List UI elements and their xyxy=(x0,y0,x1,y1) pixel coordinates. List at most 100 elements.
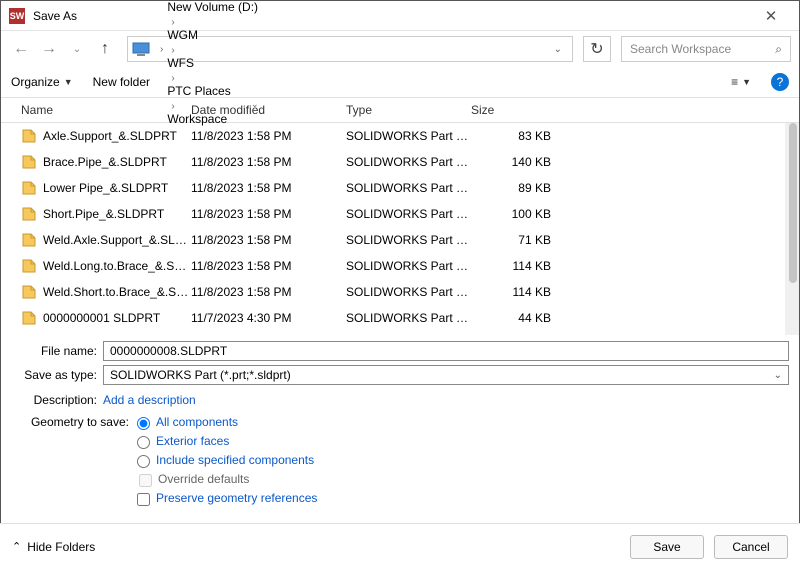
radio-label: All components xyxy=(156,415,238,429)
file-date: 11/8/2023 1:58 PM xyxy=(191,233,346,247)
organize-button[interactable]: Organize ▼ xyxy=(11,75,73,89)
file-type: SOLIDWORKS Part Docu... xyxy=(346,233,471,247)
radio-input[interactable] xyxy=(137,436,150,449)
file-date: 11/8/2023 1:58 PM xyxy=(191,155,346,169)
breadcrumb-segment[interactable]: PTC Places xyxy=(167,84,258,98)
breadcrumb-segment[interactable]: WGM xyxy=(167,28,258,42)
search-input[interactable]: Search Workspace ⌕ xyxy=(621,36,791,62)
file-type: SOLIDWORKS Part Docu... xyxy=(346,285,471,299)
file-name: Axle.Support_&.SLDPRT xyxy=(43,129,191,143)
radio-input[interactable] xyxy=(137,417,150,430)
close-icon[interactable]: ✕ xyxy=(751,7,791,25)
search-placeholder: Search Workspace xyxy=(630,42,731,56)
file-name: Brace.Pipe_&.SLDPRT xyxy=(43,155,191,169)
window-title: Save As xyxy=(33,9,751,23)
file-size: 83 KB xyxy=(471,129,551,143)
checkbox-input xyxy=(139,474,152,487)
chevron-up-icon: ⌃ xyxy=(12,540,21,553)
file-type: SOLIDWORKS Part Docu xyxy=(346,311,471,325)
new-folder-button[interactable]: New folder xyxy=(93,75,150,89)
header-date[interactable]: Date modified ⌄ xyxy=(191,103,346,117)
file-icon xyxy=(21,310,37,326)
forward-icon: → xyxy=(37,37,61,61)
pc-icon xyxy=(132,40,150,58)
file-size: 71 KB xyxy=(471,233,551,247)
filename-label: File name: xyxy=(11,344,103,358)
header-name[interactable]: Name xyxy=(21,103,191,117)
file-date: 11/8/2023 1:58 PM xyxy=(191,285,346,299)
save-button[interactable]: Save xyxy=(630,535,704,559)
organize-label: Organize xyxy=(11,75,60,89)
geometry-label: Geometry to save: xyxy=(11,415,129,506)
file-list: Axle.Support_&.SLDPRT11/8/2023 1:58 PMSO… xyxy=(1,123,799,335)
caret-down-icon: ▼ xyxy=(742,77,751,87)
up-icon[interactable]: ↑ xyxy=(93,37,117,61)
file-row[interactable]: Weld.Long.to.Brace_&.SLDPRT11/8/2023 1:5… xyxy=(1,253,799,279)
file-date: 11/7/2023 4:30 PM xyxy=(191,311,346,325)
file-size: 114 KB xyxy=(471,259,551,273)
radio-all-components[interactable]: All components xyxy=(137,415,317,430)
radio-input[interactable] xyxy=(137,455,150,468)
radio-include-specified[interactable]: Include specified components xyxy=(137,453,317,468)
refresh-icon[interactable]: ↻ xyxy=(583,36,611,62)
file-name: Weld.Axle.Support_&.SLDPRT xyxy=(43,233,191,247)
file-name: Short.Pipe_&.SLDPRT xyxy=(43,207,191,221)
chevron-right-icon[interactable]: › xyxy=(167,45,178,56)
file-row[interactable]: Weld.Short.to.Brace_&.SLDPRT11/8/2023 1:… xyxy=(1,279,799,305)
file-size: 140 KB xyxy=(471,155,551,169)
header-size[interactable]: Size xyxy=(471,103,561,117)
file-row[interactable]: 0000000001 SLDPRT11/7/2023 4:30 PMSOLIDW… xyxy=(1,305,799,331)
file-row[interactable]: Brace.Pipe_&.SLDPRT11/8/2023 1:58 PMSOLI… xyxy=(1,149,799,175)
saveas-type-label: Save as type: xyxy=(11,368,103,382)
chevron-right-icon[interactable]: › xyxy=(167,17,178,28)
toolbar: Organize ▼ New folder ≡ ▼ ? xyxy=(1,67,799,97)
add-description-link[interactable]: Add a description xyxy=(103,393,196,407)
breadcrumb[interactable]: › This PC›New Volume (D:)›WGM›WFS›PTC Pl… xyxy=(127,36,573,62)
file-date: 11/8/2023 1:58 PM xyxy=(191,129,346,143)
breadcrumb-segment[interactable]: WFS xyxy=(167,56,258,70)
file-row[interactable]: Weld.Axle.Support_&.SLDPRT11/8/2023 1:58… xyxy=(1,227,799,253)
sort-indicator-icon: ⌄ xyxy=(251,99,259,110)
file-name: 0000000001 SLDPRT xyxy=(43,311,191,325)
file-size: 89 KB xyxy=(471,181,551,195)
hide-folders-button[interactable]: ⌃ Hide Folders xyxy=(12,540,95,554)
radio-exterior-faces[interactable]: Exterior faces xyxy=(137,434,317,449)
title-bar: SW Save As ✕ xyxy=(1,1,799,31)
file-size: 100 KB xyxy=(471,207,551,221)
saveas-type-select[interactable]: SOLIDWORKS Part (*.prt;*.sldprt) ⌄ xyxy=(103,365,789,385)
file-row[interactable]: Axle.Support_&.SLDPRT11/8/2023 1:58 PMSO… xyxy=(1,123,799,149)
file-row[interactable]: Lower Pipe_&.SLDPRT11/8/2023 1:58 PMSOLI… xyxy=(1,175,799,201)
cancel-button[interactable]: Cancel xyxy=(714,535,788,559)
file-icon xyxy=(21,154,37,170)
history-dropdown-icon[interactable]: ⌄ xyxy=(65,37,89,61)
file-icon xyxy=(21,284,37,300)
nav-bar: ← → ⌄ ↑ › This PC›New Volume (D:)›WGM›WF… xyxy=(1,31,799,67)
help-icon[interactable]: ? xyxy=(771,73,789,91)
checkbox-preserve-geometry[interactable]: Preserve geometry references xyxy=(137,491,317,506)
chevron-right-icon[interactable]: › xyxy=(156,44,167,55)
checkbox-input[interactable] xyxy=(137,493,150,506)
header-type[interactable]: Type xyxy=(346,103,471,117)
caret-down-icon: ▼ xyxy=(64,77,73,87)
file-date: 11/8/2023 1:58 PM xyxy=(191,207,346,221)
chevron-down-icon[interactable]: ⌄ xyxy=(548,44,568,55)
checkbox-override-defaults[interactable]: Override defaults xyxy=(139,472,317,487)
filename-input[interactable] xyxy=(103,341,789,361)
breadcrumb-segment[interactable]: New Volume (D:) xyxy=(167,0,258,14)
scrollbar[interactable] xyxy=(785,123,799,335)
hide-folders-label: Hide Folders xyxy=(27,540,95,554)
file-row[interactable]: Short.Pipe_&.SLDPRT11/8/2023 1:58 PMSOLI… xyxy=(1,201,799,227)
back-icon[interactable]: ← xyxy=(9,37,33,61)
scrollbar-thumb[interactable] xyxy=(789,123,797,283)
file-icon xyxy=(21,258,37,274)
file-date: 11/8/2023 1:58 PM xyxy=(191,181,346,195)
radio-label: Include specified components xyxy=(156,453,314,467)
view-mode-button[interactable]: ≡ ▼ xyxy=(731,75,751,89)
save-form: File name: Save as type: SOLIDWORKS Part… xyxy=(1,335,799,510)
chevron-right-icon[interactable]: › xyxy=(167,73,178,84)
file-icon xyxy=(21,232,37,248)
file-date: 11/8/2023 1:58 PM xyxy=(191,259,346,273)
file-size: 114 KB xyxy=(471,285,551,299)
file-type: SOLIDWORKS Part Docu... xyxy=(346,207,471,221)
file-type: SOLIDWORKS Part Docu... xyxy=(346,129,471,143)
